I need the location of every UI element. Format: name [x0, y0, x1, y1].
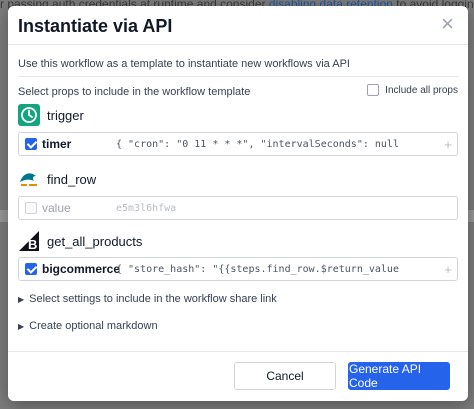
expand-plus-icon[interactable]: +: [439, 137, 457, 152]
generate-api-code-button[interactable]: Generate API Code: [348, 362, 450, 390]
prop-name: bigcommerce: [42, 262, 121, 276]
markdown-disclosure[interactable]: ▶ Create optional markdown: [18, 320, 158, 332]
prop-value: { "store_hash": "{{steps.find_row.$retur…: [116, 263, 399, 275]
markdown-label: Create optional markdown: [29, 320, 158, 332]
select-props-label: Select props to include in the workflow …: [18, 86, 251, 98]
prop-checkbox[interactable]: [25, 138, 37, 150]
step-find-row: find_row: [18, 168, 96, 190]
divider: [18, 76, 458, 77]
instantiate-api-modal: Instantiate via API × Use this workflow …: [8, 6, 468, 401]
include-all-props-checkbox[interactable]: Include all props: [367, 84, 458, 96]
prop-row-value[interactable]: value e5m3l6hfwa: [18, 196, 458, 220]
prop-checkbox[interactable]: [25, 263, 37, 275]
prop-value: { "cron": "0 11 * * *", "intervalSeconds…: [116, 138, 399, 150]
include-all-props-label: Include all props: [385, 84, 458, 96]
prop-checkbox[interactable]: [25, 202, 37, 214]
prop-name: value: [42, 201, 71, 215]
modal-title: Instantiate via API: [18, 16, 173, 36]
bigcommerce-icon: B: [18, 230, 40, 252]
mysql-icon: [18, 168, 40, 190]
caret-right-icon: ▶: [18, 321, 25, 331]
expand-plus-icon[interactable]: +: [439, 262, 457, 277]
prop-row-bigcommerce[interactable]: bigcommerce { "store_hash": "{{steps.fin…: [18, 257, 458, 281]
clock-icon: [18, 104, 40, 126]
step-name: find_row: [47, 171, 97, 187]
share-settings-label: Select settings to include in the workfl…: [29, 293, 277, 305]
prop-row-timer[interactable]: timer { "cron": "0 11 * * *", "intervalS…: [18, 132, 458, 156]
modal-header: Instantiate via API ×: [8, 6, 468, 45]
modal-footer: Cancel Generate API Code: [8, 351, 468, 401]
step-name: trigger: [47, 107, 84, 123]
step-trigger: trigger: [18, 104, 84, 126]
prop-name: timer: [42, 137, 72, 151]
share-settings-disclosure[interactable]: ▶ Select settings to include in the work…: [18, 293, 277, 305]
modal-intro: Use this workflow as a template to insta…: [18, 58, 350, 70]
step-name: get_all_products: [47, 233, 143, 249]
caret-right-icon: ▶: [18, 294, 25, 304]
close-icon[interactable]: ×: [441, 12, 454, 36]
prop-value: e5m3l6hfwa: [116, 202, 177, 214]
svg-text:B: B: [28, 237, 37, 252]
step-get-all-products: B get_all_products: [18, 230, 142, 252]
checkbox-icon[interactable]: [367, 84, 380, 96]
cancel-button[interactable]: Cancel: [234, 362, 336, 390]
